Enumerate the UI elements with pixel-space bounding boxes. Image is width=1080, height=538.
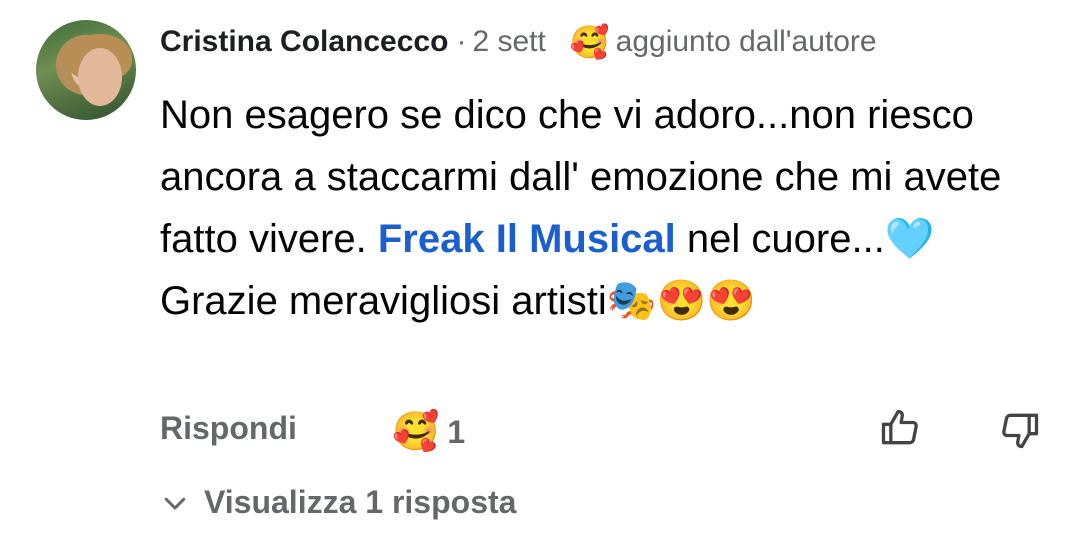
view-replies-label: Visualizza 1 risposta [204,484,517,520]
comment-actions: Rispondi 🥰 1 [160,406,1050,456]
comment-paragraph: Non esagero se dico che vi adoro...non r… [160,84,1060,270]
reaction-summary[interactable]: 🥰 1 [392,410,465,454]
page-mention-link[interactable]: Freak Il Musical [378,217,676,261]
comment-header: Cristina Colancecco · 2 sett 🥰 aggiunto … [160,22,877,62]
chevron-down-icon [164,497,186,509]
reply-button[interactable]: Rispondi [160,410,297,447]
added-by-author-label: aggiunto dall'autore [615,25,877,58]
comment-paragraph-2: Grazie meravigliosi artisti🎭😍😍 [160,279,757,323]
thumbs-down-icon[interactable] [998,408,1042,452]
comment-text-end: nel cuore...🩵 [675,217,935,261]
avatar[interactable] [36,20,136,120]
comment-body: Non esagero se dico che vi adoro...non r… [160,84,1060,332]
thumbs-up-icon[interactable] [878,406,922,450]
avatar-face [78,48,122,106]
reaction-count: 1 [447,413,466,450]
timestamp[interactable]: 2 sett [472,25,545,59]
author-reaction-icon: 🥰 [569,24,610,60]
view-replies-link[interactable]: Visualizza 1 risposta [160,484,516,521]
author-name[interactable]: Cristina Colancecco [160,25,448,59]
care-reaction-icon: 🥰 [392,411,440,453]
separator: · [456,25,467,58]
